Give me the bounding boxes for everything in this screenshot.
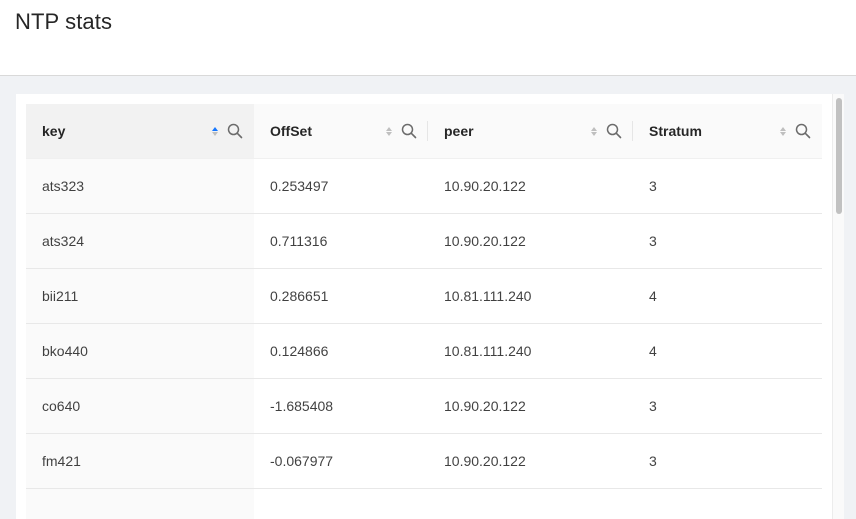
page-header: NTP stats <box>0 0 856 76</box>
table-scroll-area[interactable]: key OffSet peer Stratum ats323 0.253497 … <box>26 104 822 519</box>
vertical-scrollbar[interactable] <box>832 94 844 519</box>
search-icon[interactable] <box>794 122 812 140</box>
search-icon[interactable] <box>226 122 244 140</box>
column-label-offset: OffSet <box>270 123 312 139</box>
table-row[interactable]: fm421 -0.067977 10.90.20.122 3 <box>26 433 822 489</box>
search-icon[interactable] <box>605 122 623 140</box>
scrollbar-thumb[interactable] <box>836 98 842 214</box>
cell-key: bii211 <box>26 268 254 324</box>
cell-offset <box>254 488 428 519</box>
cell-peer: 10.90.20.122 <box>428 158 633 214</box>
table-row-partial[interactable] <box>26 488 822 519</box>
sort-caret-icon[interactable] <box>778 126 788 136</box>
cell-peer <box>428 488 633 519</box>
table-row[interactable]: ats324 0.711316 10.90.20.122 3 <box>26 213 822 269</box>
column-header-peer[interactable]: peer <box>428 104 633 159</box>
ntp-stats-table: key OffSet peer Stratum ats323 0.253497 … <box>26 104 822 519</box>
column-label-stratum: Stratum <box>649 123 702 139</box>
table-row[interactable]: bii211 0.286651 10.81.111.240 4 <box>26 268 822 324</box>
column-header-key[interactable]: key <box>26 104 254 159</box>
cell-peer: 10.90.20.122 <box>428 433 633 489</box>
table-row[interactable]: ats323 0.253497 10.90.20.122 3 <box>26 158 822 214</box>
cell-stratum: 3 <box>633 433 822 489</box>
sort-caret-icon[interactable] <box>589 126 599 136</box>
table-row[interactable]: co640 -1.685408 10.90.20.122 3 <box>26 378 822 434</box>
cell-key: ats323 <box>26 158 254 214</box>
cell-key <box>26 488 254 519</box>
cell-offset: -1.685408 <box>254 378 428 434</box>
cell-stratum: 4 <box>633 323 822 379</box>
ntp-stats-card: key OffSet peer Stratum ats323 0.253497 … <box>16 94 844 519</box>
table-header-row: key OffSet peer Stratum <box>26 104 822 159</box>
table-row[interactable]: bko440 0.124866 10.81.111.240 4 <box>26 323 822 379</box>
cell-offset: 0.253497 <box>254 158 428 214</box>
search-icon[interactable] <box>400 122 418 140</box>
page-title: NTP stats <box>15 9 113 34</box>
sort-caret-icon[interactable] <box>384 126 394 136</box>
cell-peer: 10.81.111.240 <box>428 323 633 379</box>
cell-stratum: 3 <box>633 158 822 214</box>
cell-key: bko440 <box>26 323 254 379</box>
column-label-peer: peer <box>444 123 474 139</box>
cell-stratum <box>633 488 822 519</box>
cell-offset: 0.711316 <box>254 213 428 269</box>
sort-caret-icon[interactable] <box>210 126 220 136</box>
cell-stratum: 4 <box>633 268 822 324</box>
cell-key: fm421 <box>26 433 254 489</box>
cell-peer: 10.81.111.240 <box>428 268 633 324</box>
cell-peer: 10.90.20.122 <box>428 378 633 434</box>
cell-key: ats324 <box>26 213 254 269</box>
column-label-key: key <box>42 123 66 139</box>
cell-key: co640 <box>26 378 254 434</box>
cell-offset: 0.124866 <box>254 323 428 379</box>
column-header-stratum[interactable]: Stratum <box>633 104 822 159</box>
cell-offset: -0.067977 <box>254 433 428 489</box>
cell-stratum: 3 <box>633 213 822 269</box>
cell-peer: 10.90.20.122 <box>428 213 633 269</box>
column-header-offset[interactable]: OffSet <box>254 104 428 159</box>
cell-stratum: 3 <box>633 378 822 434</box>
cell-offset: 0.286651 <box>254 268 428 324</box>
